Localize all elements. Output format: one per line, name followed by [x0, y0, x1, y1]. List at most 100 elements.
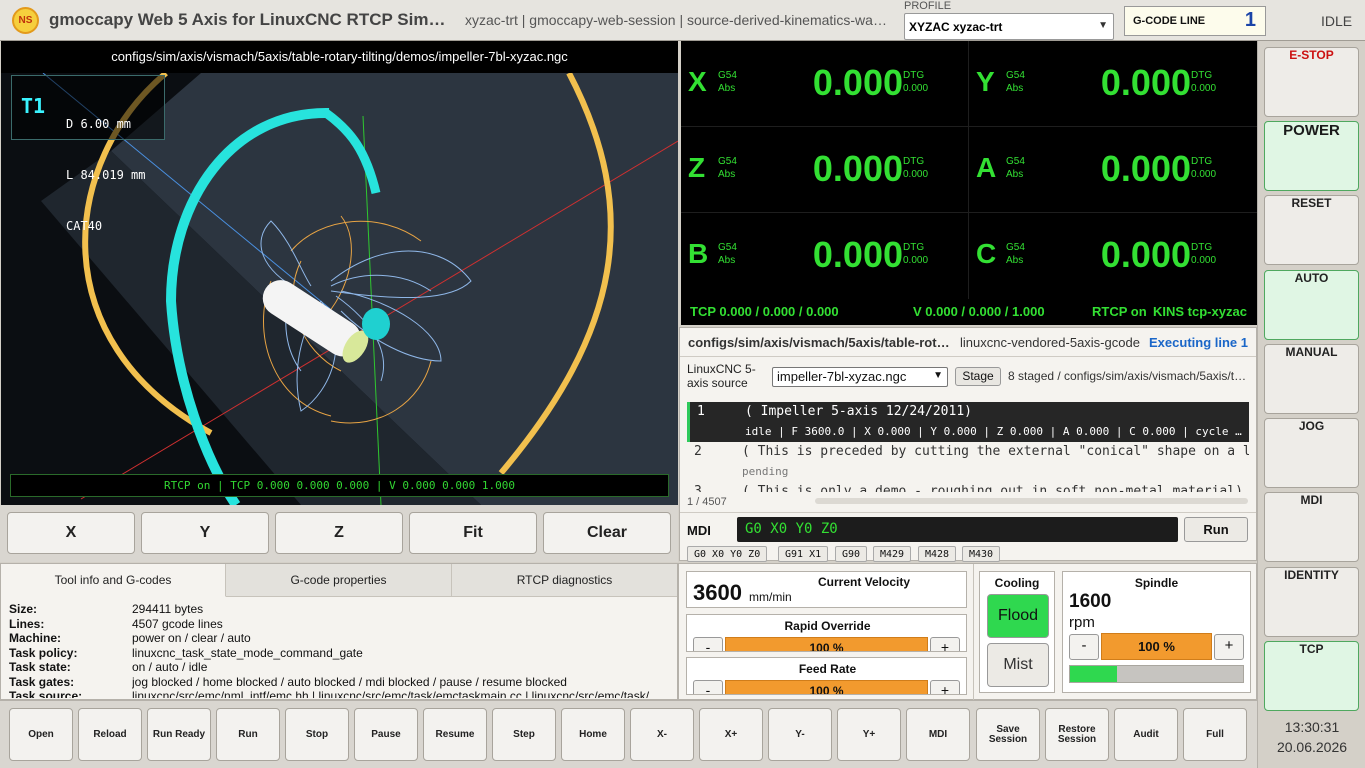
jog-y-minus-button[interactable]: Y-	[768, 708, 832, 761]
jog-x-plus-button[interactable]: X+	[699, 708, 763, 761]
dro-b: B G54 Abs 0.000 DTG 0.000	[681, 213, 969, 299]
spindle-decrease-button[interactable]: -	[1069, 634, 1099, 660]
tab-gcode-properties[interactable]: G-code properties	[226, 564, 452, 597]
line-number: 3	[694, 484, 702, 492]
feed-increase-button[interactable]: +	[930, 680, 960, 694]
save-session-button[interactable]: Save Session	[976, 708, 1040, 761]
axis-value: 0.000	[812, 62, 903, 103]
spindle-load-fill	[1070, 666, 1117, 682]
jog-mode-button[interactable]: JOG	[1264, 418, 1359, 488]
axis-value: 0.000	[1100, 62, 1191, 103]
axis-letter: X	[688, 66, 707, 97]
profile-select[interactable]: XYZAC xyzac-trt ▼	[904, 13, 1114, 40]
step-button[interactable]: Step	[492, 708, 556, 761]
profile-label: PROFILE	[904, 0, 952, 12]
home-button[interactable]: Home	[561, 708, 625, 761]
gcode-listing[interactable]: 1 ( Impeller 5-axis 12/24/2011) idle | F…	[687, 402, 1249, 492]
machine-state: IDLE	[1321, 13, 1353, 29]
feed-override: Feed Rate - 100 % +	[686, 657, 967, 695]
mdi-history-chip[interactable]: G0 X0 Y0 Z0	[687, 546, 768, 562]
mdi-history-chip[interactable]: G90	[835, 546, 868, 562]
view-x-button[interactable]: X	[7, 512, 135, 554]
view-y-button[interactable]: Y	[141, 512, 269, 554]
identity-button[interactable]: IDENTITY	[1264, 567, 1359, 637]
property-row: Task gates: jog blocked / home blocked / …	[9, 674, 567, 689]
mdi-history-chip[interactable]: M428	[918, 546, 957, 562]
horizontal-scrollbar[interactable]	[815, 498, 1248, 504]
tool-diameter: D 6.00 mm	[66, 117, 132, 131]
view-z-button[interactable]: Z	[275, 512, 403, 554]
bottom-toolbar: Open Reload Run Ready Run Stop Pause Res…	[0, 700, 1257, 768]
rapid-decrease-button[interactable]: -	[693, 637, 723, 651]
staged-info: 8 staged / configs/sim/axis/vismach/5axi…	[1008, 369, 1250, 383]
property-row: Size: 294411 bytes	[9, 602, 204, 616]
mist-button[interactable]: Mist	[987, 643, 1049, 687]
open-button[interactable]: Open	[9, 708, 73, 761]
mdi-run-button[interactable]: Run	[1184, 517, 1248, 542]
power-button[interactable]: POWER	[1264, 121, 1359, 191]
reset-button[interactable]: RESET	[1264, 195, 1359, 265]
jog-x-minus-button[interactable]: X-	[630, 708, 694, 761]
rapid-override-label: Rapid Override	[784, 619, 871, 633]
machine-controls-panel: 3600 mm/min Current Velocity Rapid Overr…	[678, 563, 1257, 701]
property-row: Lines: 4507 gcode lines	[9, 616, 223, 631]
stage-button[interactable]: Stage	[955, 367, 1001, 386]
mdi-history-chip[interactable]: M430	[962, 546, 1001, 562]
spindle-load-bar	[1069, 665, 1244, 683]
rapid-override-bar[interactable]: 100 %	[725, 637, 928, 651]
run-ready-button[interactable]: Run Ready	[147, 708, 211, 761]
clock: 13:30:31 20.06.2026	[1258, 717, 1365, 757]
executing-status: Executing line 1	[1149, 335, 1248, 350]
3d-viewport[interactable]: configs/sim/axis/vismach/5axis/table-rot…	[1, 41, 678, 505]
mdi-mode-button[interactable]: MDI	[1264, 492, 1359, 562]
restore-session-button[interactable]: Restore Session	[1045, 708, 1109, 761]
auto-mode-button[interactable]: AUTO	[1264, 270, 1359, 340]
gcode-line[interactable]: 1 ( Impeller 5-axis 12/24/2011) idle | F…	[687, 402, 1249, 442]
flood-button[interactable]: Flood	[987, 594, 1049, 638]
audit-button[interactable]: Audit	[1114, 708, 1178, 761]
mdi-history-chip[interactable]: M429	[873, 546, 912, 562]
dro-y: Y G54 Abs 0.000 DTG 0.000	[969, 41, 1257, 127]
cooling-label: Cooling	[994, 576, 1040, 590]
mdi-button[interactable]: MDI	[906, 708, 970, 761]
feed-decrease-button[interactable]: -	[693, 680, 723, 694]
spindle-speed: 1600	[1069, 591, 1112, 612]
stop-button[interactable]: Stop	[285, 708, 349, 761]
dro-divider	[681, 126, 1257, 127]
feed-override-bar[interactable]: 100 %	[725, 680, 928, 694]
manual-mode-button[interactable]: MANUAL	[1264, 344, 1359, 414]
mdi-input[interactable]: G0 X0 Y0 Z0	[737, 517, 1178, 542]
axis-dtg: DTG 0.000	[1191, 70, 1217, 94]
spindle-increase-button[interactable]: +	[1214, 634, 1244, 660]
gcode-header: configs/sim/axis/vismach/5axis/table-rot…	[680, 328, 1256, 357]
spindle-override-bar[interactable]: 100 %	[1101, 633, 1212, 660]
pause-button[interactable]: Pause	[354, 708, 418, 761]
run-button[interactable]: Run	[216, 708, 280, 761]
clear-path-button[interactable]: Clear	[543, 512, 671, 554]
gcode-line[interactable]: 2 ( This is preceded by cutting the exte…	[687, 442, 1249, 482]
source-select[interactable]: impeller-7bl-xyzac.ngc ▼	[772, 367, 948, 387]
spindle-group: Spindle 1600 rpm - 100 % +	[1062, 571, 1251, 693]
estop-button[interactable]: E-STOP	[1264, 47, 1359, 117]
profile-value: XYZAC xyzac-trt	[909, 20, 1003, 34]
gcode-line[interactable]: 3 ( This is only a demo - roughing out i…	[687, 482, 1249, 492]
source-value: impeller-7bl-xyzac.ngc	[777, 369, 907, 384]
chevron-down-icon: ▼	[933, 370, 943, 381]
gcode-line-display: G-CODE LINE 1	[1124, 6, 1266, 36]
gcode-vendor: linuxcnc-vendored-5axis-gcode	[960, 335, 1140, 350]
fullscreen-button[interactable]: Full	[1183, 708, 1247, 761]
tab-rtcp-diagnostics[interactable]: RTCP diagnostics	[452, 564, 677, 597]
rapid-increase-button[interactable]: +	[930, 637, 960, 651]
axis-dtg: DTG 0.000	[1191, 156, 1217, 180]
mdi-row: MDI G0 X0 Y0 Z0 Run G0 X0 Y0 Z0 G91 X1 G…	[680, 512, 1256, 562]
reload-button[interactable]: Reload	[78, 708, 142, 761]
tcp-button[interactable]: TCP	[1264, 641, 1359, 711]
mdi-label: MDI	[687, 523, 711, 538]
jog-y-plus-button[interactable]: Y+	[837, 708, 901, 761]
resume-button[interactable]: Resume	[423, 708, 487, 761]
line-text: ( This is only a demo - roughing out in …	[742, 484, 1243, 492]
tab-tool-info[interactable]: Tool info and G-codes	[1, 564, 226, 597]
view-fit-button[interactable]: Fit	[409, 512, 537, 554]
mdi-history-chip[interactable]: G91 X1	[778, 546, 829, 562]
title-bar: NS gmoccapy Web 5 Axis for LinuxCNC RTCP…	[0, 0, 1365, 41]
